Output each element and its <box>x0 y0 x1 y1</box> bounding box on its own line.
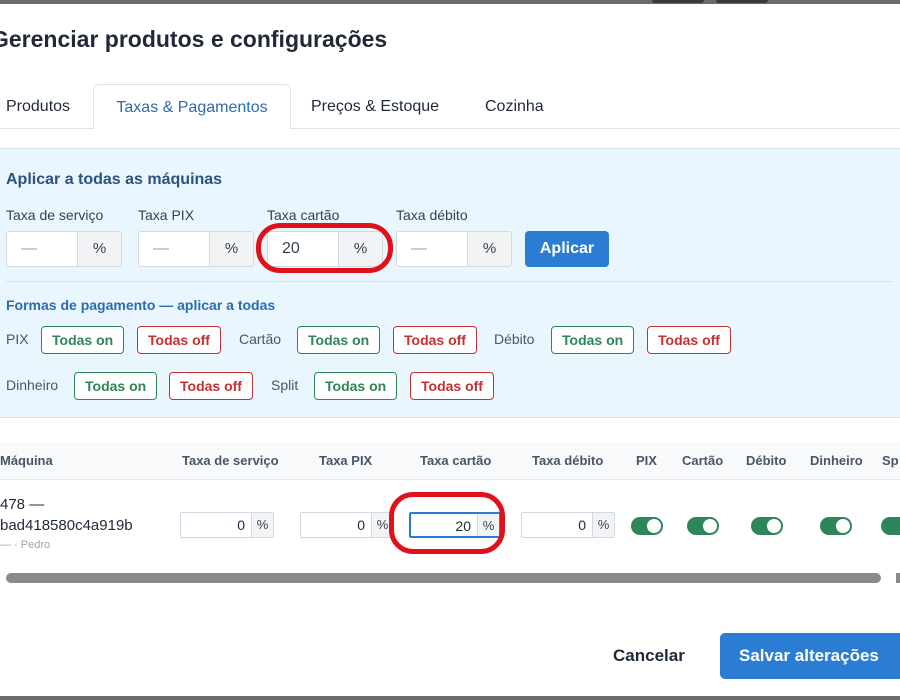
toggle-pix[interactable] <box>631 517 663 535</box>
bulk-apply-title: Aplicar a todas as máquinas <box>6 171 223 188</box>
col-header-taxa-servico: Taxa de serviço <box>182 453 279 468</box>
tab-precos-estoque[interactable]: Preços & Estoque <box>299 84 451 129</box>
toggle-knob <box>767 519 781 533</box>
row-service-fee-value[interactable]: 0 <box>181 513 251 537</box>
col-header-taxa-debito: Taxa débito <box>532 453 604 468</box>
row-pix-fee-value[interactable]: 0 <box>301 513 371 537</box>
tab-cozinha[interactable]: Cozinha <box>473 84 556 129</box>
col-header-cartao: Cartão <box>682 453 724 468</box>
percent-addon: % <box>467 232 511 266</box>
scrollbar-arrow[interactable] <box>896 573 900 583</box>
dinheiro-all-on-button[interactable]: Todas on <box>74 372 158 400</box>
payment-label-split: Split <box>271 377 299 393</box>
bulk-pix-fee-label: Taxa PIX <box>138 207 195 223</box>
tab-taxas-pagamentos[interactable]: Taxas & Pagamentos <box>93 84 291 130</box>
cartao-all-on-button[interactable]: Todas on <box>297 326 381 354</box>
row-pix-fee-input[interactable]: 0 % <box>300 512 394 538</box>
toggle-dinheiro[interactable] <box>820 517 852 535</box>
bulk-card-fee-value[interactable]: 20 <box>268 232 338 266</box>
dinheiro-all-off-button[interactable]: Todas off <box>169 372 253 400</box>
payments-bulk-title: Formas de pagamento — aplicar a todas <box>6 297 276 313</box>
horizontal-scrollbar[interactable] <box>6 573 881 583</box>
bulk-pix-fee-input[interactable]: — % <box>138 231 254 267</box>
row-debit-fee-value[interactable]: 0 <box>522 513 592 537</box>
cartao-all-off-button[interactable]: Todas off <box>393 326 477 354</box>
machine-owner: — · Pedro <box>0 539 51 551</box>
toggle-split[interactable] <box>881 517 900 535</box>
dialog-title: Gerenciar produtos e configurações <box>0 26 388 52</box>
col-header-debito: Débito <box>746 453 787 468</box>
percent-addon: % <box>371 513 393 537</box>
percent-addon: % <box>251 513 273 537</box>
col-header-taxa-cartao: Taxa cartão <box>420 453 492 468</box>
bulk-debit-fee-value[interactable]: — <box>397 232 467 266</box>
row-service-fee-input[interactable]: 0 % <box>180 512 274 538</box>
bulk-debit-fee-label: Taxa débito <box>396 207 468 223</box>
bulk-service-fee-value[interactable]: — <box>7 232 77 266</box>
percent-addon: % <box>477 514 499 536</box>
toggle-knob <box>647 519 661 533</box>
col-header-taxa-pix: Taxa PIX <box>319 453 373 468</box>
background-strip-bottom <box>0 696 900 700</box>
bulk-card-fee-input[interactable]: 20 % <box>267 231 383 267</box>
payment-label-dinheiro: Dinheiro <box>6 377 59 393</box>
save-changes-button[interactable]: Salvar alterações <box>720 633 900 679</box>
bulk-card-fee-label: Taxa cartão <box>267 207 340 223</box>
machine-id: 478 — <box>0 496 45 513</box>
bulk-service-fee-input[interactable]: — % <box>6 231 122 267</box>
row-card-fee-input[interactable]: 20 % <box>409 512 501 538</box>
tab-produtos[interactable]: Produtos <box>0 84 82 129</box>
percent-addon: % <box>209 232 253 266</box>
background-chip <box>716 0 768 3</box>
col-header-split: Sp <box>882 453 899 468</box>
bulk-apply-panel: Aplicar a todas as máquinas Taxa de serv… <box>0 148 900 418</box>
machine-cell: 478 — bad418580c4a919b — · Pedro <box>0 495 133 553</box>
col-header-maquina: Máquina <box>0 453 53 468</box>
divider <box>6 281 892 282</box>
col-header-pix: PIX <box>636 453 657 468</box>
background-chip <box>652 0 704 3</box>
toggle-cartao[interactable] <box>687 517 719 535</box>
debito-all-on-button[interactable]: Todas on <box>551 326 635 354</box>
percent-addon: % <box>592 513 614 537</box>
debito-all-off-button[interactable]: Todas off <box>647 326 731 354</box>
tab-bar: Produtos Taxas & Pagamentos Preços & Est… <box>0 84 900 130</box>
background-strip-top <box>0 0 900 4</box>
payment-label-cartao: Cartão <box>239 331 282 347</box>
bulk-pix-fee-value[interactable]: — <box>139 232 209 266</box>
toggle-knob <box>836 519 850 533</box>
row-debit-fee-input[interactable]: 0 % <box>521 512 615 538</box>
bulk-service-fee-label: Taxa de serviço <box>6 207 104 223</box>
percent-addon: % <box>77 232 121 266</box>
payment-label-pix: PIX <box>6 331 29 347</box>
payment-label-debito: Débito <box>494 331 535 347</box>
cancel-button[interactable]: Cancelar <box>600 634 698 678</box>
percent-addon: % <box>338 232 382 266</box>
apply-button[interactable]: Aplicar <box>525 231 609 267</box>
split-all-off-button[interactable]: Todas off <box>410 372 494 400</box>
split-all-on-button[interactable]: Todas on <box>314 372 398 400</box>
toggle-debito[interactable] <box>751 517 783 535</box>
pix-all-on-button[interactable]: Todas on <box>41 326 125 354</box>
pix-all-off-button[interactable]: Todas off <box>137 326 221 354</box>
col-header-dinheiro: Dinheiro <box>810 453 863 468</box>
table-header: Máquina Taxa de serviço Taxa PIX Taxa ca… <box>0 442 900 480</box>
row-card-fee-value[interactable]: 20 <box>411 514 477 536</box>
machine-serial: bad418580c4a919b <box>0 517 133 534</box>
toggle-knob <box>703 519 717 533</box>
bulk-debit-fee-input[interactable]: — % <box>396 231 512 267</box>
